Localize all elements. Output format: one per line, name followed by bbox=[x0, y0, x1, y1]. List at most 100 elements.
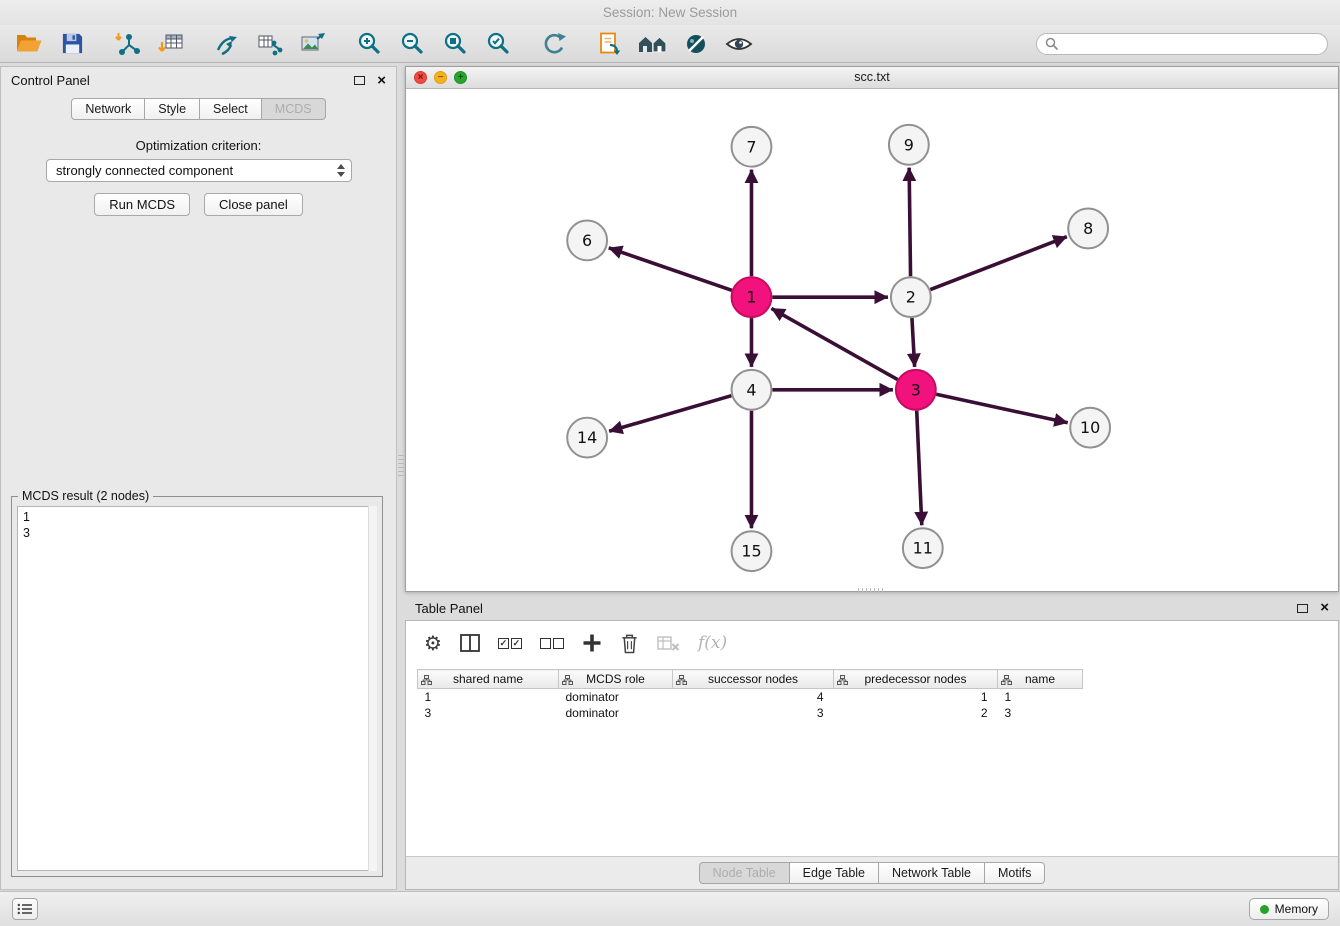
export-image-button[interactable] bbox=[296, 28, 330, 60]
zoom-selected-button[interactable] bbox=[481, 28, 515, 60]
tab-style[interactable]: Style bbox=[145, 98, 200, 120]
tab-network-table[interactable]: Network Table bbox=[879, 862, 985, 884]
duplicate-network-button[interactable] bbox=[593, 28, 627, 60]
search-input[interactable] bbox=[1063, 36, 1319, 52]
table-cell[interactable]: 1 bbox=[834, 689, 998, 706]
tab-select[interactable]: Select bbox=[200, 98, 262, 120]
graph-edge-2-3[interactable] bbox=[912, 318, 915, 367]
table-cell[interactable]: 4 bbox=[673, 689, 834, 706]
graph-node-11[interactable]: 11 bbox=[903, 528, 943, 568]
style-paint-button[interactable] bbox=[679, 28, 713, 60]
close-table-panel-icon[interactable]: × bbox=[1320, 601, 1329, 615]
show-hide-graphics-button[interactable] bbox=[722, 28, 756, 60]
delete-table-icon bbox=[657, 635, 680, 652]
table-cell[interactable]: 3 bbox=[418, 705, 559, 721]
graph-node-7[interactable]: 7 bbox=[732, 127, 772, 167]
deselect-all-button[interactable] bbox=[540, 638, 564, 649]
table-cell[interactable]: 2 bbox=[834, 705, 998, 721]
new-network-button[interactable] bbox=[210, 28, 244, 60]
graph-node-label: 2 bbox=[906, 288, 916, 307]
save-session-button[interactable] bbox=[55, 28, 89, 60]
float-table-panel-icon[interactable] bbox=[1297, 604, 1308, 613]
column-header-predecessor-nodes[interactable]: predecessor nodes bbox=[834, 670, 998, 689]
float-panel-icon[interactable] bbox=[354, 76, 365, 85]
graph-node-label: 14 bbox=[577, 428, 597, 447]
graph-edge-3-1[interactable] bbox=[771, 308, 897, 379]
close-panel-icon[interactable]: × bbox=[377, 74, 386, 88]
mcds-result-text[interactable]: 1 3 bbox=[17, 506, 377, 871]
tab-network[interactable]: Network bbox=[71, 98, 145, 120]
column-header-mcds-role[interactable]: MCDS role bbox=[559, 670, 673, 689]
apply-function-button[interactable]: f(x) bbox=[698, 633, 727, 653]
graph-node-9[interactable]: 9 bbox=[889, 125, 929, 165]
open-folder-icon bbox=[16, 32, 42, 55]
task-history-button[interactable] bbox=[12, 898, 38, 920]
task-list-icon bbox=[17, 903, 33, 915]
first-neighbors-button[interactable] bbox=[636, 28, 670, 60]
graph-node-10[interactable]: 10 bbox=[1070, 408, 1110, 448]
result-scrollbar[interactable] bbox=[368, 506, 377, 871]
graph-node-3[interactable]: 3 bbox=[896, 370, 936, 410]
graph-node-8[interactable]: 8 bbox=[1068, 209, 1108, 249]
search-field[interactable] bbox=[1036, 33, 1328, 55]
open-session-button[interactable] bbox=[12, 28, 46, 60]
show-columns-button[interactable] bbox=[460, 634, 480, 652]
network-graph[interactable]: 7 9 6 8 1 2 4 3 14 10 15 11 bbox=[406, 88, 1338, 591]
memory-button[interactable]: Memory bbox=[1249, 898, 1329, 920]
tab-motifs[interactable]: Motifs bbox=[985, 862, 1045, 884]
table-cell[interactable]: 3 bbox=[998, 705, 1083, 721]
trash-icon bbox=[620, 633, 639, 654]
table-cell[interactable]: dominator bbox=[559, 689, 673, 706]
zoom-out-button[interactable] bbox=[395, 28, 429, 60]
select-all-button[interactable]: ✓✓ bbox=[498, 638, 522, 649]
import-table-button[interactable] bbox=[154, 28, 188, 60]
criterion-dropdown[interactable]: strongly connected component bbox=[46, 159, 352, 182]
new-network-from-table-button[interactable] bbox=[253, 28, 287, 60]
refresh-view-button[interactable] bbox=[537, 28, 571, 60]
graph-edge-3-10[interactable] bbox=[936, 394, 1067, 422]
close-window-icon[interactable]: × bbox=[414, 71, 427, 84]
add-row-button[interactable] bbox=[582, 633, 602, 653]
column-header-successor-nodes[interactable]: successor nodes bbox=[673, 670, 834, 689]
table-row[interactable]: 3dominator323 bbox=[418, 705, 1083, 721]
import-network-button[interactable] bbox=[111, 28, 145, 60]
table-cell[interactable]: 1 bbox=[998, 689, 1083, 706]
graph-node-6[interactable]: 6 bbox=[567, 220, 607, 260]
graph-node-14[interactable]: 14 bbox=[567, 418, 607, 458]
table-panel-header: Table Panel × bbox=[405, 596, 1339, 620]
table-cell[interactable]: 3 bbox=[673, 705, 834, 721]
graph-node-2[interactable]: 2 bbox=[891, 277, 931, 317]
zoom-in-button[interactable] bbox=[352, 28, 386, 60]
graph-edge-2-9[interactable] bbox=[909, 168, 910, 277]
table-cell[interactable]: 1 bbox=[418, 689, 559, 706]
run-mcds-button[interactable]: Run MCDS bbox=[94, 193, 190, 216]
tab-mcds[interactable]: MCDS bbox=[262, 98, 326, 120]
graph-edge-2-8[interactable] bbox=[930, 237, 1066, 290]
column-header-name[interactable]: name bbox=[998, 670, 1083, 689]
status-bar: Memory bbox=[0, 891, 1340, 926]
network-window-titlebar: × − + scc.txt bbox=[406, 67, 1338, 89]
maximize-window-icon[interactable]: + bbox=[454, 71, 467, 84]
tab-node-table[interactable]: Node Table bbox=[699, 862, 790, 884]
graph-node-4[interactable]: 4 bbox=[732, 370, 772, 410]
delete-table-button[interactable] bbox=[657, 635, 680, 652]
column-header-shared-name[interactable]: shared name bbox=[418, 670, 559, 689]
table-divider-handle[interactable] bbox=[858, 588, 884, 593]
graph-node-1[interactable]: 1 bbox=[732, 277, 772, 317]
table-settings-button[interactable]: ⚙ bbox=[424, 633, 442, 653]
close-panel-button[interactable]: Close panel bbox=[204, 193, 303, 216]
homes-icon bbox=[638, 32, 668, 56]
graph-edge-1-6[interactable] bbox=[609, 248, 732, 290]
graph-node-15[interactable]: 15 bbox=[732, 531, 772, 571]
table-row[interactable]: 1dominator411 bbox=[418, 689, 1083, 706]
panel-divider-handle[interactable] bbox=[398, 455, 404, 479]
zoom-fit-button[interactable] bbox=[438, 28, 472, 60]
graph-edge-3-11[interactable] bbox=[917, 411, 922, 526]
fx-icon: f(x) bbox=[698, 633, 727, 653]
graph-edge-4-14[interactable] bbox=[609, 396, 731, 432]
zoom-group bbox=[352, 28, 515, 60]
tab-edge-table[interactable]: Edge Table bbox=[790, 862, 879, 884]
table-cell[interactable]: dominator bbox=[559, 705, 673, 721]
delete-row-button[interactable] bbox=[620, 633, 639, 654]
minimize-window-icon[interactable]: − bbox=[434, 71, 447, 84]
